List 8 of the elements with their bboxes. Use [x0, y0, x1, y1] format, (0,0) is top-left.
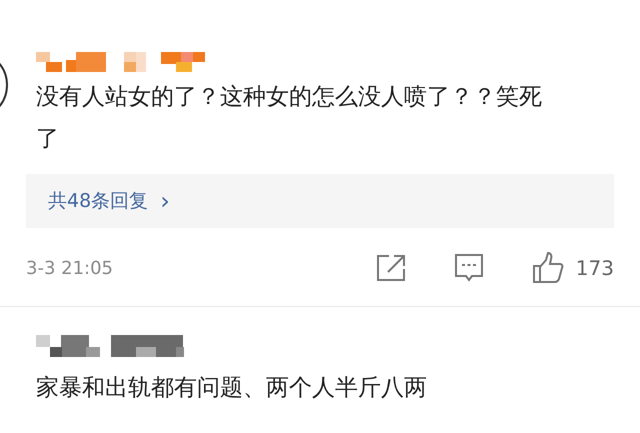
comment-icon[interactable]: [454, 253, 484, 283]
comment-text: 没有人站女的了？这种女的怎么没人喷了？？笑死了: [36, 83, 543, 154]
share-icon[interactable]: [376, 254, 406, 282]
comment-time: 3-3 21:05: [26, 256, 114, 280]
replies-link[interactable]: 共48条回复 ›: [26, 174, 614, 228]
thumbs-up-icon[interactable]: [532, 252, 564, 284]
comment-text: 家暴和出轨都有问题、两个人半斤八两: [36, 374, 428, 403]
like-count: 173: [576, 255, 614, 282]
